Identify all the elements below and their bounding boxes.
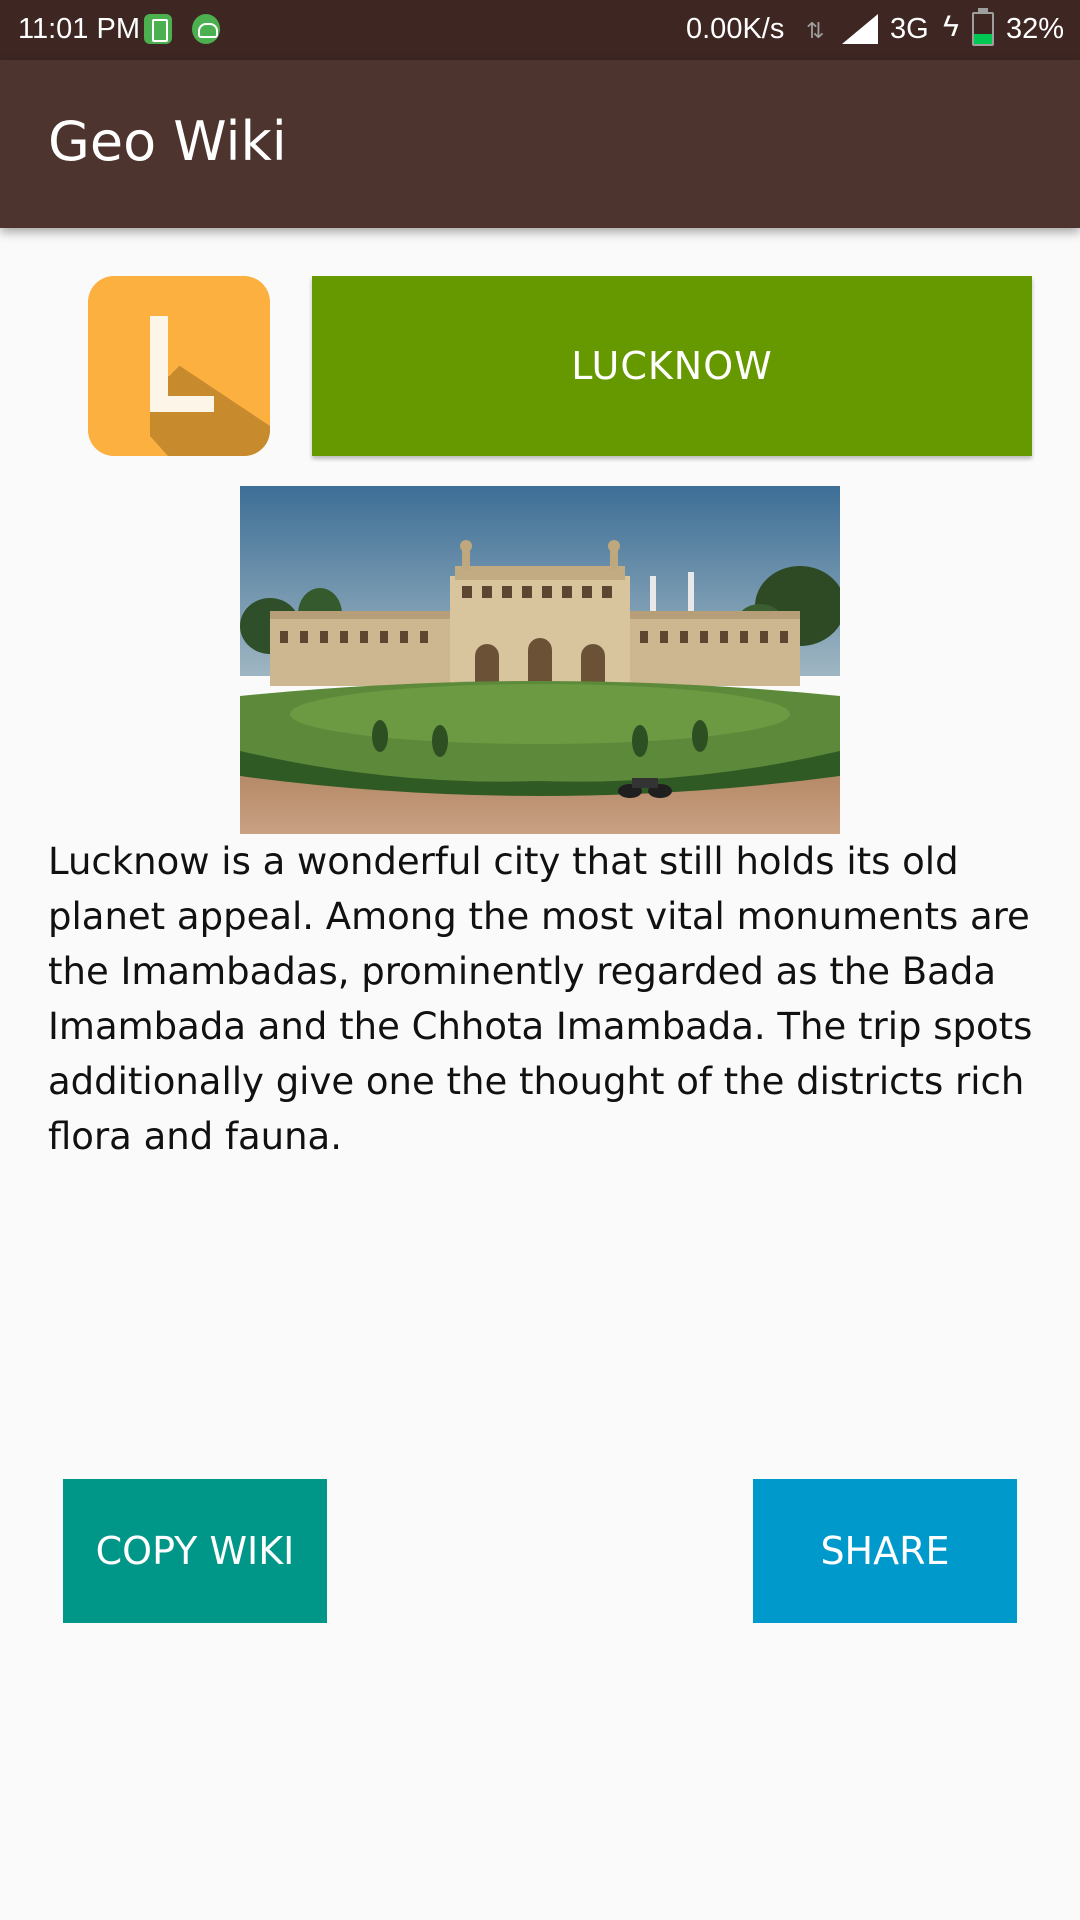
network-speed: 0.00K/s: [686, 13, 785, 45]
copy-wiki-button[interactable]: COPY WIKI: [63, 1479, 327, 1623]
city-logo-icon: [88, 276, 270, 456]
phone-notification-icon: [144, 14, 172, 44]
signal-strength-icon: [842, 14, 878, 44]
charging-icon: ϟ: [943, 10, 959, 43]
city-name-button[interactable]: LUCKNOW: [312, 276, 1032, 456]
network-type: 3G: [890, 13, 929, 45]
battery-percent: 32%: [1006, 13, 1065, 45]
app-title: Geo Wiki: [48, 110, 287, 173]
battery-level-fill: [974, 34, 992, 44]
status-bar: 11:01 PM 0.00K/s ⇅ 3G ϟ 32%: [0, 0, 1080, 60]
app-bar: Geo Wiki: [0, 60, 1080, 228]
city-photo: [240, 486, 840, 834]
data-activity-icon: ⇅: [806, 18, 825, 43]
share-button[interactable]: SHARE: [753, 1479, 1017, 1623]
battery-icon: [972, 8, 994, 46]
city-description: Lucknow is a wonderful city that still h…: [48, 840, 1033, 1158]
android-notification-icon: [192, 14, 220, 44]
status-time: 11:01 PM: [18, 13, 140, 45]
